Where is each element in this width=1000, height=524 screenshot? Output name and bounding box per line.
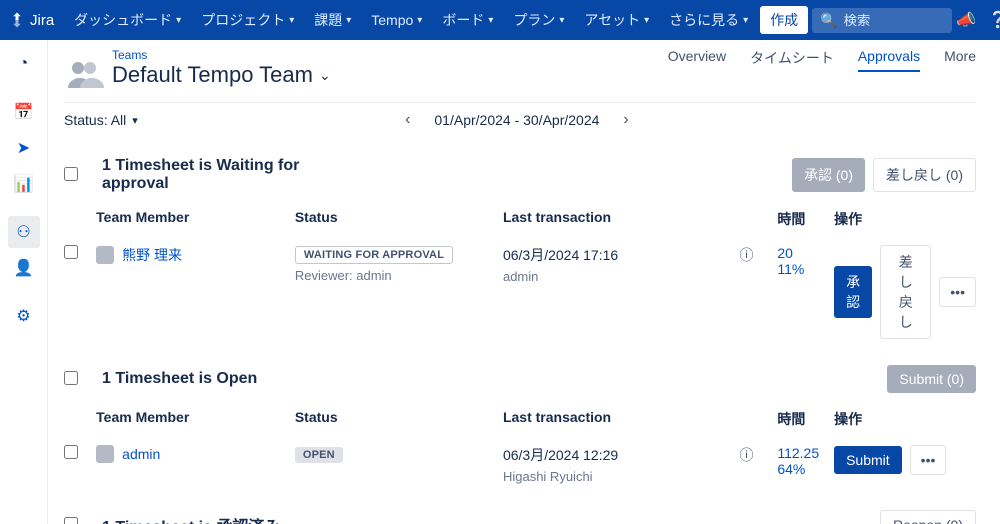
group-title: 1 Timesheet is 承認済み <box>102 513 280 524</box>
tab-timesheets[interactable]: タイムシート <box>750 48 834 74</box>
member-link[interactable]: admin <box>96 445 295 463</box>
member-name: admin <box>122 446 160 462</box>
tx-sub: Higashi Ryuichi <box>503 469 740 484</box>
row-checkbox[interactable] <box>64 445 78 459</box>
member-link[interactable]: 熊野 理来 <box>96 245 295 265</box>
nav-more[interactable]: さらに見る▾ <box>661 6 756 34</box>
status-pill: WAITING FOR APPROVAL <box>295 246 453 264</box>
row-action-button[interactable]: Submit <box>834 446 902 474</box>
side-rail: ◔ 📅 ➤ 📊 ⚇ 👤 ⚙ <box>0 40 48 524</box>
col-tx: Last transaction <box>503 209 740 229</box>
chevron-down-icon: ▾ <box>417 15 422 26</box>
chevron-down-icon: ▾ <box>132 114 138 127</box>
group-checkbox[interactable] <box>64 517 78 524</box>
nav-issues[interactable]: 課題▾ <box>306 6 359 34</box>
rail-settings-icon[interactable]: ⚙ <box>8 300 40 332</box>
rail-forward-icon[interactable]: ➤ <box>8 132 40 164</box>
rail-teams-icon[interactable]: ⚇ <box>8 216 40 248</box>
time-pct[interactable]: 11% <box>777 261 834 277</box>
group-action-button[interactable]: Reopen (0) <box>880 510 976 524</box>
chevron-down-icon: ▾ <box>488 15 493 26</box>
chevron-down-icon: ▾ <box>289 15 294 26</box>
nav-assets[interactable]: アセット▾ <box>576 6 657 34</box>
breadcrumb[interactable]: Teams <box>112 48 331 62</box>
nav-plans[interactable]: プラン▾ <box>505 6 572 34</box>
group-title: 1 Timesheet is Open <box>102 370 257 388</box>
avatar <box>96 445 114 463</box>
period-next-button[interactable]: › <box>623 111 628 129</box>
group-action-button[interactable]: 差し戻し (0) <box>873 158 976 192</box>
col-member: Team Member <box>96 409 295 429</box>
tx-date: 06/3月/2024 17:16 <box>503 245 740 265</box>
avatar <box>96 246 114 264</box>
nav-create-button[interactable]: 作成 <box>760 6 808 34</box>
chevron-down-icon: ⌄ <box>319 67 331 84</box>
rail-user-icon[interactable]: 👤 <box>8 252 40 284</box>
status-filter[interactable]: Status: All ▾ <box>64 112 138 128</box>
chevron-down-icon: ▾ <box>346 15 351 26</box>
rail-calendar-icon[interactable]: 📅 <box>8 96 40 128</box>
chevron-down-icon: ▾ <box>559 15 564 26</box>
search-icon: 🔍 <box>820 12 837 29</box>
help-icon[interactable]: ❔ <box>988 10 1000 30</box>
nav-projects[interactable]: プロジェクト▾ <box>193 6 302 34</box>
col-tx: Last transaction <box>503 409 740 429</box>
col-time: 時間 <box>777 209 834 229</box>
group-action-button[interactable]: 承認 (0) <box>792 158 865 192</box>
col-time: 時間 <box>777 409 834 429</box>
time-pct[interactable]: 64% <box>777 461 834 477</box>
col-act: 操作 <box>834 409 976 429</box>
col-member: Team Member <box>96 209 295 229</box>
search-input[interactable] <box>844 13 945 28</box>
time-hours[interactable]: 112.25 <box>777 445 834 461</box>
info-icon[interactable]: ⓘ <box>739 247 753 263</box>
group-checkbox[interactable] <box>64 371 78 385</box>
jira-logo[interactable]: Jira <box>8 11 54 29</box>
nav-dashboard[interactable]: ダッシュボード▾ <box>66 6 189 34</box>
group-title: 1 Timesheet is Waiting for approval <box>102 157 362 193</box>
period-prev-button[interactable]: ‹ <box>405 111 410 129</box>
chevron-down-icon: ▾ <box>644 15 649 26</box>
search-box[interactable]: 🔍 <box>812 8 952 33</box>
team-name[interactable]: Default Tempo Team ⌄ <box>112 62 331 88</box>
chevron-down-icon: ▾ <box>176 15 181 26</box>
tx-date: 06/3月/2024 12:29 <box>503 445 740 465</box>
info-icon[interactable]: ⓘ <box>739 447 753 463</box>
rail-report-icon[interactable]: 📊 <box>8 168 40 200</box>
col-status: Status <box>295 409 503 429</box>
member-name: 熊野 理来 <box>122 245 182 265</box>
top-nav: Jira ダッシュボード▾ プロジェクト▾ 課題▾ Tempo▾ ボード▾ プラ… <box>0 0 1000 40</box>
row-action-button[interactable]: 差し戻し <box>880 245 931 339</box>
col-status: Status <box>295 209 503 229</box>
more-button[interactable]: ••• <box>910 445 947 475</box>
more-button[interactable]: ••• <box>939 277 976 307</box>
tx-sub: admin <box>503 269 740 284</box>
team-avatar-icon <box>64 54 104 94</box>
status-subtext: Reviewer: admin <box>295 268 503 283</box>
period-range: 01/Apr/2024 - 30/Apr/2024 <box>434 112 599 128</box>
tab-more[interactable]: More <box>944 48 976 70</box>
tab-overview[interactable]: Overview <box>668 48 726 70</box>
megaphone-icon[interactable]: 📣 <box>956 10 976 30</box>
main-content: Teams Default Tempo Team ⌄ Overview タイムシ… <box>48 40 1000 524</box>
chevron-down-icon: ▾ <box>743 15 748 26</box>
jira-logo-text: Jira <box>30 12 54 29</box>
status-pill: OPEN <box>295 447 343 463</box>
nav-tempo[interactable]: Tempo▾ <box>363 8 430 32</box>
row-action-button[interactable]: 承認 <box>834 266 872 318</box>
group-checkbox[interactable] <box>64 167 78 181</box>
time-hours[interactable]: 20 <box>777 245 834 261</box>
group-action-button[interactable]: Submit (0) <box>887 365 976 393</box>
col-act: 操作 <box>834 209 976 229</box>
nav-boards[interactable]: ボード▾ <box>434 6 501 34</box>
jira-icon <box>8 11 26 29</box>
row-checkbox[interactable] <box>64 245 78 259</box>
tab-approvals[interactable]: Approvals <box>858 48 920 72</box>
rail-tempo-icon[interactable]: ◔ <box>8 48 40 80</box>
